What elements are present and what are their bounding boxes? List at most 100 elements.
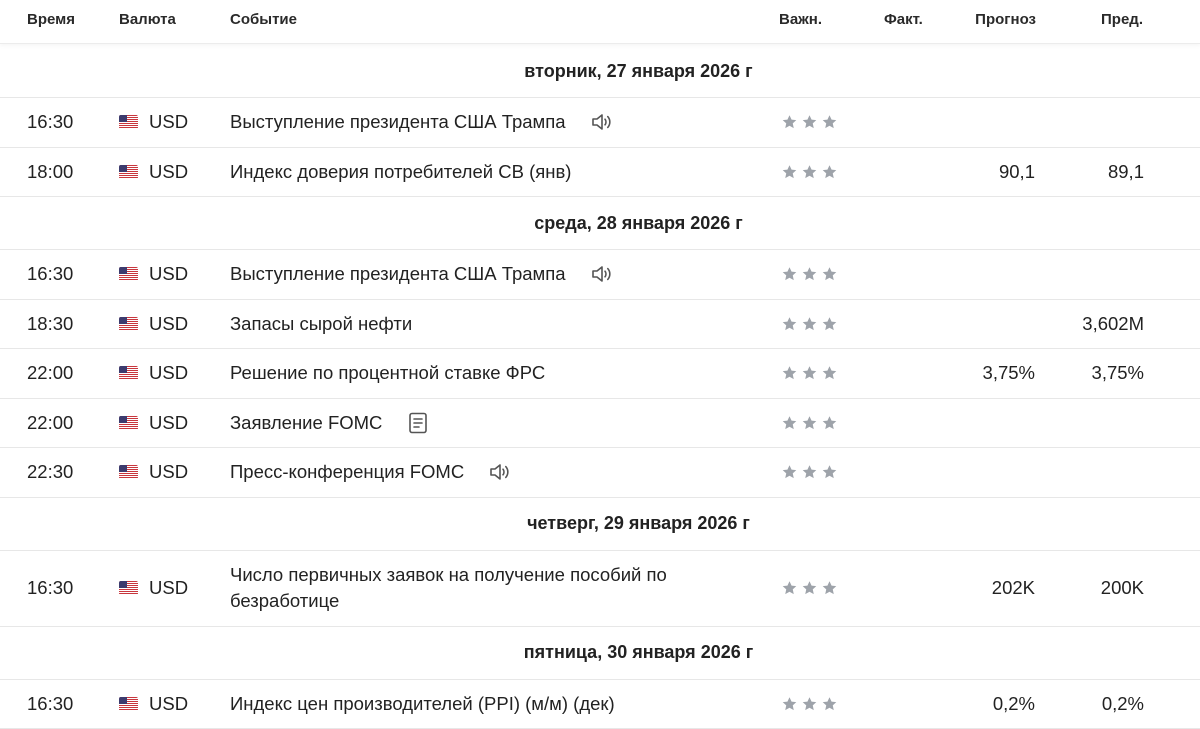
column-header-actual[interactable]: Факт. — [884, 11, 923, 28]
importance-star-icon — [821, 315, 838, 332]
column-header-currency[interactable]: Валюта — [119, 11, 176, 28]
event-title[interactable]: Решение по процентной ставке ФРС — [230, 362, 545, 384]
importance-rating — [781, 464, 838, 481]
column-header-importance[interactable]: Важн. — [779, 11, 822, 28]
column-header-previous[interactable]: Пред. — [1101, 11, 1143, 28]
event-time: 16:30 — [27, 577, 74, 598]
importance-star-icon — [801, 580, 818, 597]
event-forecast: 202K — [991, 577, 1035, 598]
importance-star-icon — [801, 315, 818, 332]
event-title-link[interactable]: Пресс-конференция FOMC — [230, 461, 512, 483]
importance-star-icon — [821, 580, 838, 597]
us-flag-icon — [119, 415, 138, 430]
event-title-link[interactable]: Запасы сырой нефти — [230, 313, 412, 335]
importance-star-icon — [781, 114, 798, 131]
event-row[interactable]: 22:30 USD Пресс-конференция FOMC — [0, 448, 1200, 498]
importance-star-icon — [801, 695, 818, 712]
day-header-row: вторник, 27 января 2026 г — [0, 45, 1200, 98]
event-title[interactable]: Выступление президента США Трампа — [230, 263, 566, 285]
importance-star-icon — [821, 414, 838, 431]
event-currency: USD — [149, 111, 189, 133]
importance-rating — [781, 266, 838, 283]
importance-star-icon — [781, 266, 798, 283]
table-header: Время Валюта Событие Важн. Факт. Прогноз… — [0, 0, 1200, 44]
event-forecast: 90,1 — [998, 160, 1035, 182]
us-flag-icon — [119, 366, 138, 381]
document-icon[interactable] — [406, 412, 430, 434]
speaker-icon[interactable] — [488, 461, 512, 483]
importance-star-icon — [821, 266, 838, 283]
us-flag-icon — [119, 267, 138, 282]
column-header-forecast[interactable]: Прогноз — [975, 11, 1036, 28]
event-previous: 200K — [1100, 577, 1144, 598]
event-title-link[interactable]: Индекс цен производителей (PPI) (м/м) (д… — [230, 693, 615, 715]
event-currency: USD — [149, 312, 189, 334]
importance-rating — [781, 580, 838, 597]
importance-rating — [781, 315, 838, 332]
event-title-link[interactable]: Заявление FOMC — [230, 412, 430, 434]
event-currency: USD — [149, 411, 189, 433]
us-flag-icon — [119, 164, 138, 179]
importance-star-icon — [781, 365, 798, 382]
importance-star-icon — [801, 464, 818, 481]
event-row[interactable]: 22:00 USD Заявление FOMC — [0, 399, 1200, 448]
event-title-link[interactable]: Выступление президента США Трампа — [230, 263, 614, 285]
importance-star-icon — [821, 695, 838, 712]
importance-rating — [781, 695, 838, 712]
importance-rating — [781, 114, 838, 131]
event-time: 16:30 — [27, 692, 74, 714]
importance-star-icon — [821, 365, 838, 382]
event-title-link[interactable]: Число первичных заявок на получение посо… — [230, 562, 750, 614]
importance-star-icon — [821, 464, 838, 481]
column-header-time[interactable]: Время — [27, 11, 75, 28]
event-title[interactable]: Индекс доверия потребителей CB (янв) — [230, 161, 571, 183]
event-currency: USD — [149, 692, 189, 714]
importance-star-icon — [781, 163, 798, 180]
event-currency: USD — [149, 160, 189, 182]
importance-star-icon — [801, 114, 818, 131]
event-currency: USD — [149, 362, 189, 384]
importance-star-icon — [781, 414, 798, 431]
speaker-icon[interactable] — [590, 111, 614, 133]
us-flag-icon — [119, 696, 138, 711]
event-row[interactable]: 16:30 USD Выступление президента США Тра… — [0, 98, 1200, 148]
importance-star-icon — [801, 163, 818, 180]
event-title-link[interactable]: Решение по процентной ставке ФРС — [230, 362, 545, 384]
event-title[interactable]: Выступление президента США Трампа — [230, 111, 566, 133]
event-previous: 3,602M — [1082, 312, 1144, 334]
event-title[interactable]: Пресс-конференция FOMC — [230, 461, 464, 483]
importance-star-icon — [821, 163, 838, 180]
day-header-row: пятница, 30 января 2026 г — [0, 627, 1200, 680]
event-previous: 0,2% — [1101, 692, 1144, 714]
event-previous: 3,75% — [1091, 362, 1144, 384]
event-row[interactable]: 18:00 USD Индекс доверия потребителей CB… — [0, 148, 1200, 197]
event-row[interactable]: 22:00 USD Решение по процентной ставке Ф… — [0, 349, 1200, 399]
event-row[interactable]: 16:30 USD Выступление президента США Тра… — [0, 250, 1200, 300]
event-title[interactable]: Индекс цен производителей (PPI) (м/м) (д… — [230, 693, 615, 715]
event-time: 16:30 — [27, 263, 74, 285]
us-flag-icon — [119, 115, 138, 130]
us-flag-icon — [119, 316, 138, 331]
importance-rating — [781, 365, 838, 382]
event-currency: USD — [149, 263, 189, 285]
column-header-event[interactable]: Событие — [230, 11, 297, 28]
event-row[interactable]: 18:30 USD Запасы сырой нефти 3,602M — [0, 300, 1200, 349]
us-flag-icon — [119, 465, 138, 480]
importance-rating — [781, 414, 838, 431]
importance-star-icon — [801, 365, 818, 382]
event-row[interactable]: 16:30 USD Число первичных заявок на полу… — [0, 551, 1200, 627]
importance-star-icon — [781, 695, 798, 712]
speaker-icon[interactable] — [590, 263, 614, 285]
event-title[interactable]: Запасы сырой нефти — [230, 313, 412, 335]
event-title[interactable]: Заявление FOMC — [230, 412, 382, 434]
event-currency: USD — [149, 577, 189, 598]
event-time: 22:00 — [27, 411, 74, 433]
day-label: вторник, 27 января 2026 г — [524, 60, 753, 81]
event-title[interactable]: Число первичных заявок на получение посо… — [230, 562, 750, 614]
event-title-link[interactable]: Индекс доверия потребителей CB (янв) — [230, 161, 571, 183]
event-row[interactable]: 16:30 USD Индекс цен производителей (PPI… — [0, 680, 1200, 729]
event-time: 18:00 — [27, 160, 74, 182]
day-label: пятница, 30 января 2026 г — [523, 642, 754, 662]
event-title-link[interactable]: Выступление президента США Трампа — [230, 111, 614, 133]
importance-star-icon — [781, 464, 798, 481]
